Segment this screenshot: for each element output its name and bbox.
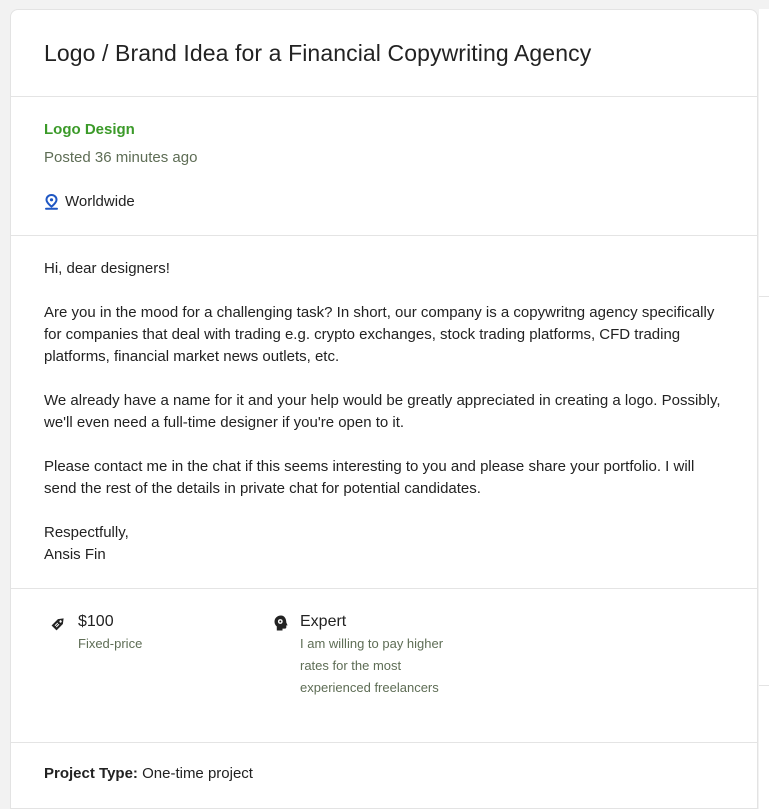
- project-type-section: Project Type: One-time project: [11, 743, 757, 782]
- divider: [759, 296, 769, 297]
- description-paragraph: Hi, dear designers!: [44, 260, 170, 277]
- job-title: Logo / Brand Idea for a Financial Copywr…: [44, 40, 592, 66]
- description-paragraph: Please contact me in the chat if this se…: [44, 458, 695, 497]
- expert-head-icon: [274, 615, 288, 631]
- signature-line: Respectfully,: [44, 524, 129, 541]
- budget-text: $100 Fixed-price: [78, 612, 142, 655]
- location: Worldwide: [44, 193, 757, 211]
- category-link[interactable]: Logo Design: [44, 121, 135, 139]
- features-section: $100 Fixed-price Expert I am willing to …: [11, 589, 757, 743]
- budget-feature: $100 Fixed-price: [48, 612, 270, 742]
- description-paragraph: Are you in the mood for a challenging ta…: [44, 304, 715, 365]
- project-type-label: Project Type:: [44, 765, 138, 782]
- budget-value: $100: [78, 613, 114, 630]
- job-details-card: Logo / Brand Idea for a Financial Copywr…: [10, 9, 758, 809]
- signature: Respectfully, Ansis Fin: [44, 522, 727, 566]
- title-section: Logo / Brand Idea for a Financial Copywr…: [11, 10, 757, 97]
- experience-text: Expert I am willing to pay higher rates …: [300, 612, 470, 699]
- location-pin-icon: [45, 194, 58, 210]
- project-type-value: One-time project: [142, 765, 253, 782]
- posted-text: Posted 36 minutes ago: [44, 149, 198, 166]
- job-meta-section: Logo Design Posted 36 minutes ago Worldw…: [11, 97, 757, 236]
- divider: [759, 685, 769, 686]
- budget-type: Fixed-price: [78, 636, 143, 651]
- price-tag-icon: [51, 618, 64, 631]
- experience-feature: Expert I am willing to pay higher rates …: [270, 612, 470, 742]
- description-section: Hi, dear designers! Are you in the mood …: [11, 236, 757, 589]
- posted-time: Posted 36 minutes ago: [44, 149, 757, 167]
- job-description: Hi, dear designers! Are you in the mood …: [44, 258, 727, 566]
- right-panel-edge: [759, 9, 769, 809]
- experience-description: I am willing to pay higher rates for the…: [300, 636, 444, 695]
- description-paragraph: We already have a name for it and your h…: [44, 392, 721, 431]
- experience-value: Expert: [300, 613, 347, 630]
- location-text: Worldwide: [65, 193, 135, 210]
- signature-name: Ansis Fin: [44, 546, 106, 563]
